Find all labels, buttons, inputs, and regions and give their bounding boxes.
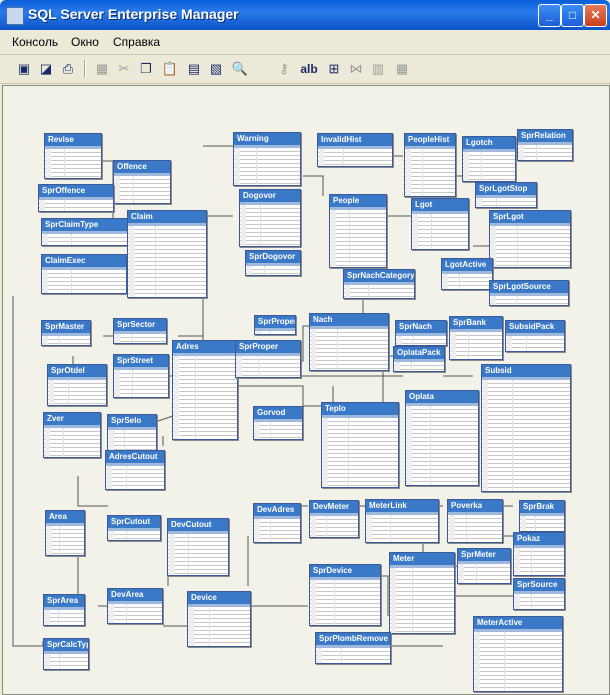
zoom-icon[interactable]: 🔍 bbox=[230, 59, 250, 79]
table-sproffence[interactable]: SprOffence bbox=[38, 184, 114, 212]
toolbar-separator bbox=[84, 60, 86, 78]
table-device[interactable]: Device bbox=[187, 591, 251, 647]
table-sprbrak[interactable]: SprBrak bbox=[519, 500, 565, 532]
minimize-button[interactable]: _ bbox=[538, 4, 561, 27]
menu-bar: Консоль Окно Справка bbox=[0, 30, 610, 55]
table-sprnach[interactable]: SprNach bbox=[395, 320, 447, 346]
key-icon[interactable]: ⚷ bbox=[274, 59, 294, 79]
table-sprclaimtype[interactable]: SprClaimType bbox=[41, 218, 129, 246]
close-button[interactable]: ✕ bbox=[584, 4, 607, 27]
table-dogovor[interactable]: Dogovor bbox=[239, 189, 301, 247]
table-devadres[interactable]: DevAdres bbox=[253, 503, 301, 543]
table-devcutout[interactable]: DevCutout bbox=[167, 518, 229, 576]
table-sprmeter[interactable]: SprMeter bbox=[457, 548, 511, 584]
table-teplo[interactable]: Teplo bbox=[321, 402, 399, 488]
table-subsid[interactable]: Subsid bbox=[481, 364, 571, 492]
add-table-icon[interactable]: ▤ bbox=[184, 59, 204, 79]
table-peoplehist[interactable]: PeopleHist bbox=[404, 133, 456, 197]
table-people[interactable]: People bbox=[329, 194, 387, 268]
table-sprnachcategory[interactable]: SprNachCategory bbox=[343, 269, 415, 299]
table-sprlgotsource[interactable]: SprLgotSource bbox=[489, 280, 569, 306]
table-zver[interactable]: Zver bbox=[43, 412, 101, 458]
table-pokaz[interactable]: Pokaz bbox=[513, 532, 565, 576]
table-sprlgotstop[interactable]: SprLgotStop bbox=[475, 182, 537, 208]
copy-icon[interactable]: ❐ bbox=[136, 59, 156, 79]
table-revise[interactable]: Revise bbox=[44, 133, 102, 179]
table-adres[interactable]: Adres bbox=[172, 340, 238, 440]
table-devmeter[interactable]: DevMeter bbox=[309, 500, 359, 538]
table-lgot[interactable]: Lgot bbox=[411, 198, 469, 250]
cut-icon[interactable]: ✂ bbox=[114, 59, 134, 79]
table-warning[interactable]: Warning bbox=[233, 132, 301, 186]
table-gorvod[interactable]: Gorvod bbox=[253, 406, 303, 440]
title-bar: SQL Server Enterprise Manager _ □ ✕ bbox=[0, 0, 610, 30]
table-nach[interactable]: Nach bbox=[309, 313, 389, 371]
table-subsidpack[interactable]: SubsidPack bbox=[505, 320, 565, 352]
paste-icon[interactable]: 📋 bbox=[160, 59, 180, 79]
table-sprsector[interactable]: SprSector bbox=[113, 318, 167, 344]
table-sprarea[interactable]: SprArea bbox=[43, 594, 85, 626]
table-meterlink[interactable]: MeterLink bbox=[365, 499, 439, 543]
table-area[interactable]: Area bbox=[45, 510, 85, 556]
table-meteractive[interactable]: MeterActive bbox=[473, 616, 563, 692]
table-offence[interactable]: Offence bbox=[113, 160, 171, 204]
diagram-canvas[interactable]: Revise Offence SprOffence SprClaimType C… bbox=[2, 85, 610, 695]
table-claim[interactable]: Claim bbox=[127, 210, 207, 298]
table-claimexec[interactable]: ClaimExec bbox=[41, 254, 127, 294]
table-sprmaster[interactable]: SprMaster bbox=[41, 320, 91, 346]
menu-window[interactable]: Окно bbox=[71, 35, 99, 49]
arrange-icon[interactable]: ⋈ bbox=[346, 59, 366, 79]
print-icon[interactable]: ⎙ bbox=[58, 59, 78, 79]
window-title: SQL Server Enterprise Manager bbox=[28, 6, 239, 22]
table-sprlgot[interactable]: SprLgot bbox=[489, 210, 571, 268]
table-sprstreet[interactable]: SprStreet bbox=[113, 354, 169, 398]
table-oplatapack[interactable]: OplataPack bbox=[393, 346, 445, 372]
maximize-button[interactable]: □ bbox=[561, 4, 584, 27]
table-view-icon[interactable]: ⊞ bbox=[324, 59, 344, 79]
table-oplata[interactable]: Oplata bbox=[405, 390, 479, 486]
grid-icon[interactable]: ▦ bbox=[392, 59, 412, 79]
save-icon[interactable]: ▣ bbox=[14, 59, 34, 79]
toolbar: ▣ ◪ ⎙ ▦ ✂ ❐ 📋 ▤ ▧ 🔍 ⚷ alb ⊞ ⋈ ▥ ▦ bbox=[0, 55, 610, 84]
table-sprproper-2[interactable]: SprProper bbox=[235, 340, 301, 378]
table-adrescutout[interactable]: AdresCutout bbox=[105, 450, 165, 490]
menu-help[interactable]: Справка bbox=[113, 35, 160, 49]
table-meter[interactable]: Meter bbox=[389, 552, 455, 634]
table-sprrelation[interactable]: SprRelation bbox=[517, 129, 573, 161]
table-sprotdel[interactable]: SprOtdel bbox=[47, 364, 107, 406]
properties-icon[interactable]: ◪ bbox=[36, 59, 56, 79]
table-sprcalctype[interactable]: SprCalcType bbox=[43, 638, 89, 670]
table-sprselo[interactable]: SprSelo bbox=[107, 414, 157, 454]
table-invalidhist[interactable]: InvalidHist bbox=[317, 133, 393, 167]
table-sprplombremove[interactable]: SprPlombRemove bbox=[315, 632, 391, 664]
menu-console[interactable]: Консоль bbox=[12, 35, 58, 49]
new-table-icon[interactable]: ▧ bbox=[206, 59, 226, 79]
table-sprbank[interactable]: SprBank bbox=[449, 316, 503, 360]
table-sprsource[interactable]: SprSource bbox=[513, 578, 565, 610]
table-sprcutout[interactable]: SprCutout bbox=[107, 515, 161, 541]
table-devarea[interactable]: DevArea bbox=[107, 588, 163, 624]
table-lgotactive[interactable]: LgotActive bbox=[441, 258, 493, 290]
autosize-icon[interactable]: ▥ bbox=[368, 59, 388, 79]
table-poverka[interactable]: Poverka bbox=[447, 499, 503, 543]
table-sprdevice[interactable]: SprDevice bbox=[309, 564, 381, 626]
alb-label-button[interactable]: alb bbox=[298, 59, 320, 79]
table-sprdogovor[interactable]: SprDogovor bbox=[245, 250, 301, 276]
table-sprproper-1[interactable]: SprProper bbox=[254, 315, 296, 335]
enterprise-manager-icon bbox=[6, 7, 24, 25]
table-lgotch[interactable]: Lgotch bbox=[462, 136, 516, 182]
cut-disabled-icon[interactable]: ▦ bbox=[92, 59, 112, 79]
